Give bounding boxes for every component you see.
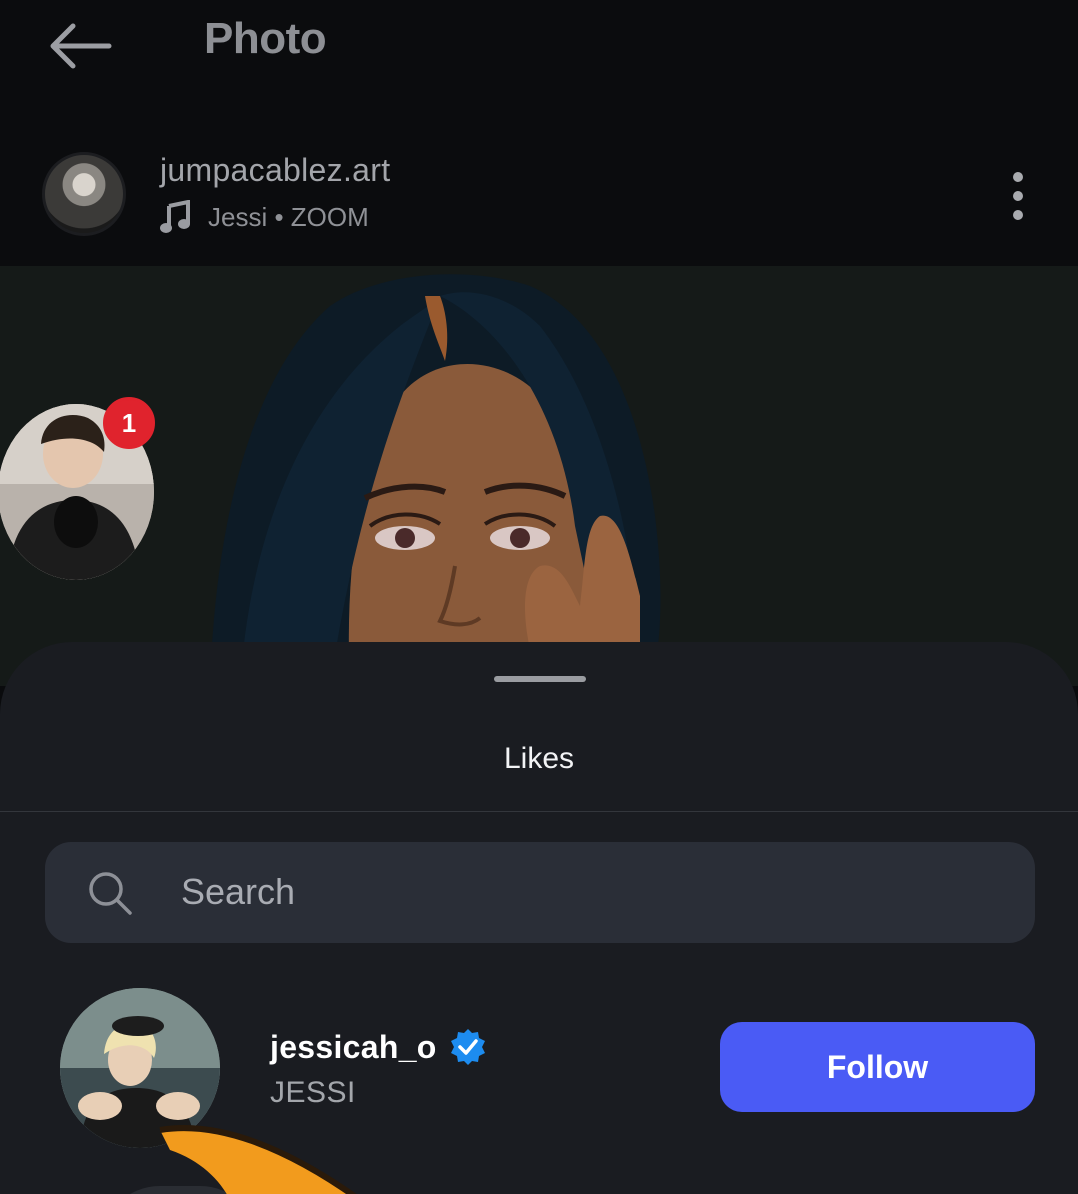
divider (0, 811, 1078, 812)
sheet-drag-handle[interactable] (494, 676, 586, 682)
post-photo[interactable] (0, 266, 1078, 686)
username-line: jessicah_o (270, 1028, 487, 1066)
sheet-title: Likes (503, 742, 575, 775)
music-note-icon (160, 200, 190, 233)
top-app-bar: Photo (0, 0, 1078, 110)
follow-button[interactable]: Follow (720, 1022, 1035, 1112)
verified-badge-icon (450, 1029, 485, 1065)
arrow-left-icon (50, 23, 112, 69)
back-button[interactable] (38, 14, 122, 78)
music-label: Jessi • ZOOM (208, 201, 369, 232)
more-options-button[interactable] (996, 166, 1040, 226)
full-name: JESSI (270, 1076, 356, 1109)
likes-sheet: Likes jessicah_o (0, 642, 1078, 1194)
post-image (0, 266, 1078, 686)
more-vertical-icon (1013, 172, 1023, 182)
search-icon (89, 872, 132, 915)
author-avatar[interactable] (42, 152, 126, 236)
notification-badge: 1 (103, 397, 155, 449)
author-username[interactable]: jumpacablez.art (160, 152, 390, 189)
username[interactable]: jessicah_o (270, 1029, 437, 1066)
music-attribution[interactable]: Jessi • ZOOM (160, 200, 369, 234)
search-input[interactable] (181, 866, 1001, 918)
overlay-shape (159, 1125, 357, 1194)
search-bar[interactable] (45, 842, 1035, 943)
post-header: jumpacablez.art Jessi • ZOOM (0, 110, 1078, 266)
page-title: Photo (204, 14, 327, 63)
